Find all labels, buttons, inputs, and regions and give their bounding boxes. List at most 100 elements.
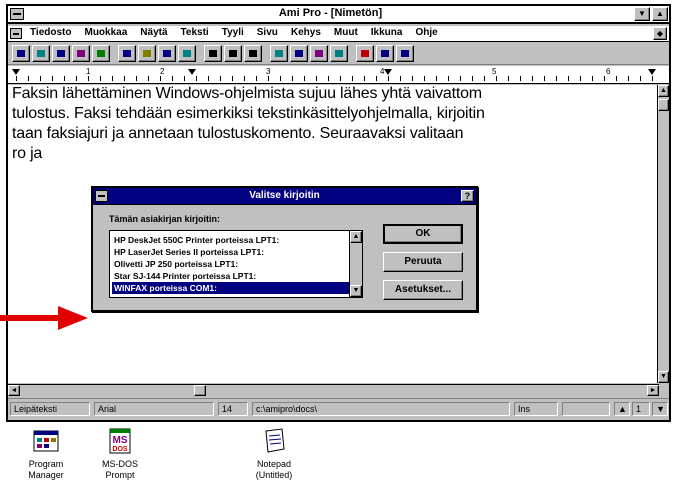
dialog-help-button[interactable]: ? bbox=[461, 190, 474, 202]
desktop-icon-label: MS-DOS Prompt bbox=[102, 459, 138, 480]
menu-tyyli[interactable]: Tyyli bbox=[222, 27, 244, 38]
undo-icon[interactable] bbox=[178, 45, 196, 62]
paste-icon[interactable] bbox=[158, 45, 176, 62]
dialog-title-bar[interactable]: Valitse kirjoitin ? bbox=[93, 188, 476, 205]
menu-tiedosto[interactable]: Tiedosto bbox=[30, 27, 71, 38]
document-line: tulostus. Faksi tehdään esimerkiksi teks… bbox=[12, 105, 485, 122]
dialog-title: Valitse kirjoitin bbox=[249, 190, 320, 201]
printer-list[interactable]: HP DeskJet 550C Printer porteissa LPT1: … bbox=[109, 230, 363, 298]
menu-muut[interactable]: Muut bbox=[334, 27, 358, 38]
dialog-system-menu-icon[interactable] bbox=[95, 190, 108, 202]
drawing-icon[interactable] bbox=[330, 45, 348, 62]
ruler-number: 1 bbox=[86, 67, 91, 76]
setup-button[interactable]: Asetukset... bbox=[383, 280, 463, 300]
printer-list-item[interactable]: HP DeskJet 550C Printer porteissa LPT1: bbox=[112, 234, 350, 246]
document-line: taan faksiajuri ja annetaan tulostuskome… bbox=[12, 125, 464, 142]
status-page-up-icon[interactable]: ▲ bbox=[614, 402, 630, 416]
help-icon[interactable] bbox=[396, 45, 414, 62]
vertical-scrollbar[interactable]: ▲ ▼ bbox=[657, 85, 669, 383]
copy-icon[interactable] bbox=[138, 45, 156, 62]
ruler-number: 6 bbox=[606, 67, 611, 76]
scroll-left-arrow-icon[interactable]: ◄ bbox=[8, 385, 20, 396]
printer-list-item[interactable]: HP LaserJet Series II porteissa LPT1: bbox=[112, 246, 350, 258]
menu-kehys[interactable]: Kehys bbox=[291, 27, 321, 38]
menu-sivu[interactable]: Sivu bbox=[257, 27, 278, 38]
ruler-number: 3 bbox=[266, 67, 271, 76]
status-insert-mode[interactable]: Ins bbox=[514, 402, 558, 416]
menu-nayta[interactable]: Näytä bbox=[140, 27, 167, 38]
horizontal-scrollbar[interactable]: ◄ ► bbox=[8, 384, 659, 396]
ruler-number: 2 bbox=[160, 67, 165, 76]
tab-stop-marker[interactable] bbox=[188, 69, 196, 75]
smarticon-toolbar bbox=[8, 43, 669, 65]
vertical-scroll-thumb[interactable] bbox=[658, 99, 669, 111]
status-font-size[interactable]: 14 bbox=[218, 402, 248, 416]
printer-list-scrollbar[interactable]: ▲ ▼ bbox=[349, 231, 362, 297]
underline-icon[interactable] bbox=[244, 45, 262, 62]
document-line: Faksin lähettäminen Windows-ohjelmista s… bbox=[12, 85, 482, 102]
title-bar[interactable]: Ami Pro - [Nimetön] ▼ ▲ bbox=[8, 6, 669, 24]
open-file-icon[interactable] bbox=[32, 45, 50, 62]
notepad-icon bbox=[258, 425, 290, 457]
desktop-icon-ms-dos-prompt[interactable]: MS DOS MS-DOS Prompt bbox=[88, 425, 152, 481]
frame-icon[interactable] bbox=[270, 45, 288, 62]
menu-items: Tiedosto Muokkaa Näytä Teksti Tyyli Sivu… bbox=[30, 27, 438, 38]
desktop-icon-label: Program Manager bbox=[28, 459, 64, 480]
ok-button[interactable]: OK bbox=[383, 224, 463, 244]
document-menu-icon[interactable] bbox=[10, 28, 22, 39]
document-restore-button[interactable]: ◆ bbox=[653, 27, 667, 40]
status-page-down-icon[interactable]: ▼ bbox=[652, 402, 668, 416]
maximize-button[interactable]: ▲ bbox=[652, 7, 668, 21]
status-font[interactable]: Arial bbox=[94, 402, 214, 416]
print-preview-icon[interactable] bbox=[72, 45, 90, 62]
system-menu-icon[interactable] bbox=[10, 8, 24, 20]
ruler-ticks bbox=[16, 76, 661, 81]
tab-stop-marker[interactable] bbox=[384, 69, 392, 75]
desktop-icon-notepad[interactable]: Notepad (Untitled) bbox=[242, 425, 306, 481]
svg-text:DOS: DOS bbox=[112, 446, 128, 453]
printer-list-item[interactable]: Olivetti JP 250 porteissa LPT1: bbox=[112, 258, 350, 270]
spell-check-icon[interactable] bbox=[356, 45, 374, 62]
styles-icon[interactable] bbox=[376, 45, 394, 62]
red-pointer-arrow-icon bbox=[0, 306, 88, 330]
menu-muokkaa[interactable]: Muokkaa bbox=[84, 27, 127, 38]
menu-ikkuna[interactable]: Ikkuna bbox=[371, 27, 403, 38]
ruler[interactable]: 1 2 3 4 5 6 bbox=[8, 66, 669, 84]
scroll-right-arrow-icon[interactable]: ► bbox=[647, 385, 659, 396]
status-style[interactable]: Leipäteksti bbox=[10, 402, 90, 416]
horizontal-scroll-thumb[interactable] bbox=[194, 385, 206, 396]
menu-ohje[interactable]: Ohje bbox=[415, 27, 437, 38]
ms-dos-prompt-icon: MS DOS bbox=[104, 425, 136, 457]
status-page-number: 1 bbox=[632, 402, 650, 416]
left-indent-marker[interactable] bbox=[12, 69, 20, 75]
right-margin-marker[interactable] bbox=[648, 69, 656, 75]
bold-icon[interactable] bbox=[204, 45, 222, 62]
print-icon[interactable] bbox=[52, 45, 70, 62]
list-scroll-down-arrow-icon[interactable]: ▼ bbox=[350, 285, 362, 297]
ruler-number: 5 bbox=[492, 67, 497, 76]
svg-text:MS: MS bbox=[113, 435, 128, 446]
program-manager-icon bbox=[30, 425, 62, 457]
status-path: c:\amipro\docs\ bbox=[252, 402, 510, 416]
save-icon[interactable] bbox=[92, 45, 110, 62]
new-document-icon[interactable] bbox=[12, 45, 30, 62]
table-icon[interactable] bbox=[290, 45, 308, 62]
menu-teksti[interactable]: Teksti bbox=[181, 27, 209, 38]
cut-icon[interactable] bbox=[118, 45, 136, 62]
status-bar: Leipäteksti Arial 14 c:\amipro\docs\ Ins… bbox=[8, 398, 669, 420]
cancel-button[interactable]: Peruuta bbox=[383, 252, 463, 272]
list-scroll-up-arrow-icon[interactable]: ▲ bbox=[350, 231, 362, 243]
chart-icon[interactable] bbox=[310, 45, 328, 62]
desktop-icon-label: Notepad (Untitled) bbox=[255, 459, 293, 480]
minimize-button[interactable]: ▼ bbox=[634, 7, 650, 21]
select-printer-dialog: Valitse kirjoitin ? Tämän asiakirjan kir… bbox=[91, 186, 478, 312]
printer-list-item-selected[interactable]: WINFAX porteissa COM1: bbox=[112, 282, 350, 294]
window-title: Ami Pro - [Nimetön] bbox=[278, 7, 383, 19]
scroll-down-arrow-icon[interactable]: ▼ bbox=[658, 371, 669, 383]
desktop-icon-program-manager[interactable]: Program Manager bbox=[14, 425, 78, 481]
scroll-up-arrow-icon[interactable]: ▲ bbox=[658, 85, 669, 97]
status-caps-indicator bbox=[562, 402, 610, 416]
printer-list-item[interactable]: Star SJ-144 Printer porteissa LPT1: bbox=[112, 270, 350, 282]
italic-icon[interactable] bbox=[224, 45, 242, 62]
document-line: ro ja bbox=[12, 145, 43, 162]
